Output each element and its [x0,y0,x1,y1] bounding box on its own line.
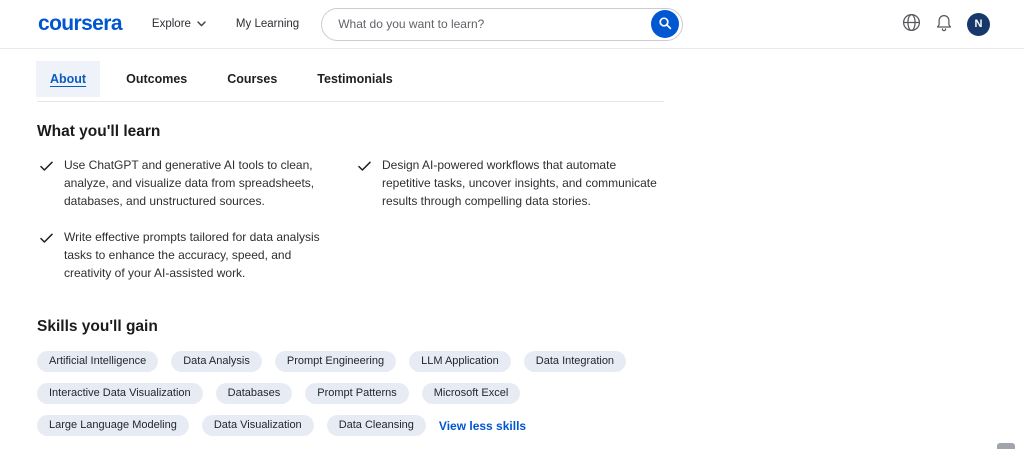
header-right-group: N [902,12,990,36]
language-globe-button[interactable] [902,13,921,35]
learn-section-title: What you'll learn [37,123,161,140]
tab-courses[interactable]: Courses [213,61,291,97]
learn-item: Write effective prompts tailored for dat… [40,228,340,282]
coursera-logo[interactable]: coursera [38,12,123,36]
tab-about[interactable]: About [36,61,101,97]
coursera-course-page: coursera Explore My Learning What do you… [0,0,1024,449]
tabs-divider [37,101,664,102]
search-bar[interactable] [321,7,684,41]
learn-item-text: Write effective prompts tailored for dat… [64,230,320,280]
search-input[interactable] [338,17,652,31]
learn-item-text: Use ChatGPT and generative AI tools to c… [64,158,315,208]
globe-icon [902,13,921,35]
learn-items-grid: Use ChatGPT and generative AI tools to c… [40,156,1024,282]
tab-testimonials[interactable]: Testimonials [303,61,406,97]
skills-section: Skills you'll gain Artificial Intelligen… [37,318,1024,436]
skill-chip: Data Visualization [201,415,314,436]
checkmark-icon [358,159,371,177]
checkmark-icon [40,159,53,177]
chevron-down-icon [197,18,206,30]
learn-item-text: Design AI-powered workflows that automat… [382,158,657,208]
skill-chip: Interactive Data Visualization [37,383,203,404]
what-you-learn-section: What you'll learn Use ChatGPT and genera… [37,123,1024,282]
bell-icon [936,14,952,35]
skill-chip: Data Integration [523,351,627,372]
notifications-button[interactable] [936,14,952,35]
view-less-skills-link[interactable]: View less skills [439,419,526,433]
learn-item: Design AI-powered workflows that automat… [358,156,660,210]
search-icon [658,16,672,33]
skill-chip: Databases [215,383,293,404]
user-avatar[interactable]: N [967,12,990,36]
skills-chip-list: Artificial Intelligence Data Analysis Pr… [37,351,682,436]
skill-chip: Microsoft Excel [421,383,521,404]
chat-widget-icon[interactable] [997,443,1015,449]
search-button[interactable] [651,10,680,38]
checkmark-icon [40,231,53,249]
tab-outcomes[interactable]: Outcomes [112,61,201,97]
skill-chip: Prompt Patterns [305,383,409,404]
skill-chip: Prompt Engineering [274,351,397,372]
top-navbar: coursera Explore My Learning What do you… [0,0,1024,49]
skill-chip: Large Language Modeling [37,415,189,436]
skill-chip: Data Cleansing [326,415,426,436]
skills-section-title: Skills you'll gain [37,318,158,335]
explore-menu[interactable]: Explore [152,18,206,30]
explore-label: Explore [151,18,191,30]
skill-chip: LLM Application [409,351,511,372]
learn-item: Use ChatGPT and generative AI tools to c… [40,156,340,210]
skill-chip: Artificial Intelligence [37,351,159,372]
my-learning-link[interactable]: My Learning [236,18,299,30]
skill-chip: Data Analysis [171,351,262,372]
course-tabs: About Outcomes Courses Testimonials [36,61,1024,97]
